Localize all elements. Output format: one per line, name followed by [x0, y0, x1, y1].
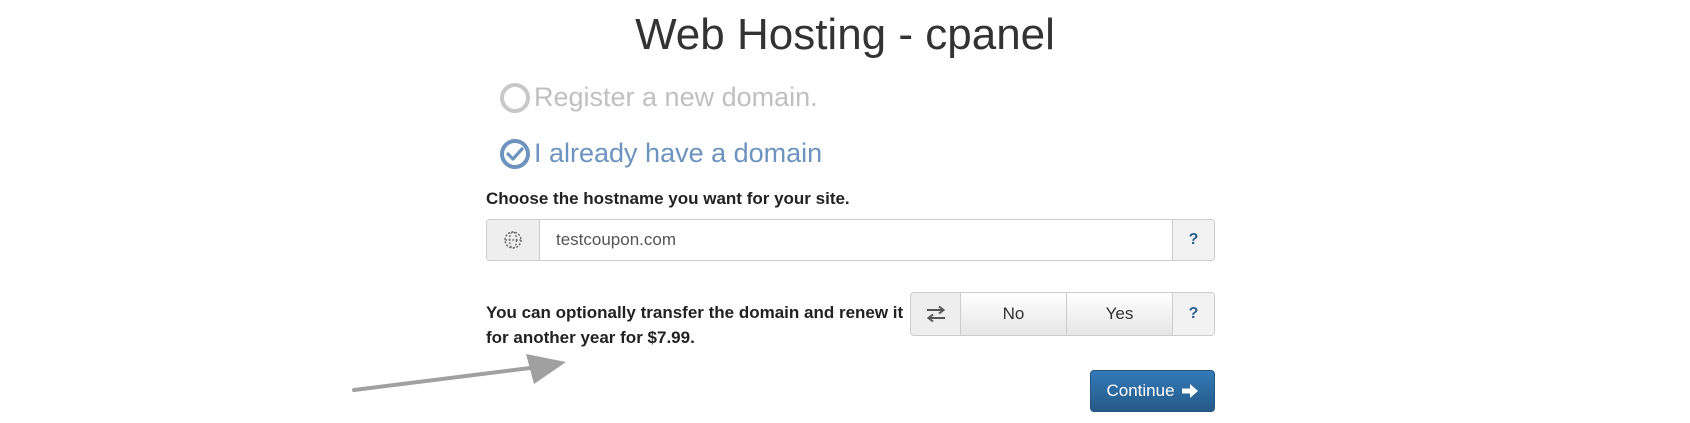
annotation-arrow-icon — [352, 354, 566, 392]
hostname-input-group: ? — [486, 219, 1215, 261]
checkmark-icon — [506, 146, 524, 161]
arrow-right-icon — [1181, 383, 1199, 399]
existing-domain-option[interactable]: I already have a domain — [500, 138, 822, 169]
transfer-no-button[interactable]: No — [961, 293, 1067, 335]
transfer-description: You can optionally transfer the domain a… — [486, 303, 904, 347]
transfer-help-button[interactable]: ? — [1173, 293, 1214, 335]
continue-button[interactable]: Continue — [1090, 370, 1215, 412]
hostname-label: Choose the hostname you want for your si… — [486, 189, 850, 208]
existing-domain-label[interactable]: I already have a domain — [534, 138, 822, 169]
radio-unchecked-icon[interactable] — [500, 82, 530, 113]
globe-icon — [487, 220, 540, 260]
hostname-input[interactable] — [540, 220, 1172, 260]
hostname-help-button[interactable]: ? — [1172, 220, 1214, 260]
page-title: Web Hosting - cpanel — [635, 10, 1055, 59]
register-domain-label[interactable]: Register a new domain. — [534, 82, 818, 113]
transfer-toggle-group: No Yes ? — [910, 292, 1215, 336]
register-domain-option[interactable]: Register a new domain. — [500, 82, 818, 113]
transfer-icon — [911, 293, 961, 335]
continue-label: Continue — [1106, 381, 1175, 400]
transfer-yes-button[interactable]: Yes — [1067, 293, 1173, 335]
radio-checked-icon[interactable] — [500, 138, 530, 169]
